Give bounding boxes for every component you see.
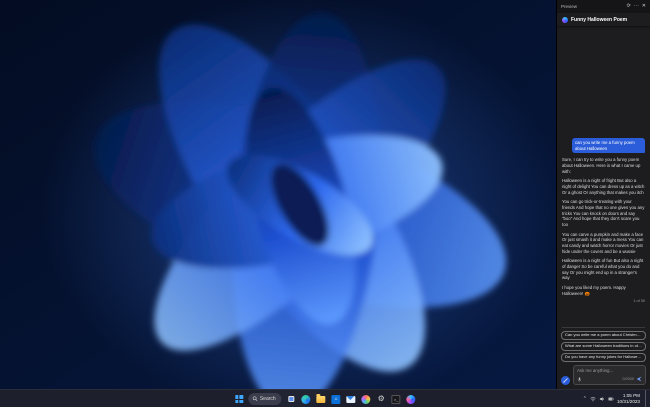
suggestion-chip[interactable]: Can you write me a poem about Christmas?	[561, 330, 646, 341]
new-topic-button[interactable]	[561, 376, 570, 385]
desktop: Preview ⟳ ⋯ ✕ Funny Halloween Poem can y…	[0, 0, 650, 407]
ai-paragraph: I hope you liked my poem. Happy Hallowee…	[562, 285, 626, 296]
ai-paragraph: Halloween is a night of fun But also a n…	[562, 258, 644, 281]
settings-icon[interactable]: ⚙	[376, 394, 387, 405]
search-label: Search	[259, 396, 276, 402]
sidebar-titlebar: Preview ⟳ ⋯ ✕	[557, 0, 650, 13]
char-counter: 0/2000	[622, 377, 634, 381]
send-icon[interactable]	[636, 376, 642, 382]
wifi-icon[interactable]	[590, 396, 596, 402]
footer-divider	[562, 326, 645, 328]
conversation-header: Funny Halloween Poem	[557, 13, 650, 26]
system-tray: ⌃ 1:05 PM 10/31/2023	[583, 390, 647, 407]
tray-date: 10/31/2023	[617, 399, 640, 404]
show-desktop-button[interactable]	[645, 390, 647, 407]
refresh-icon[interactable]: ⟳	[627, 4, 631, 9]
ai-paragraph: Halloween is a night of fright But also …	[562, 178, 645, 195]
start-button[interactable]	[233, 394, 244, 405]
search-input[interactable]: Search	[248, 393, 282, 405]
ai-paragraph: You can go trick-or-treating with your f…	[562, 199, 645, 228]
broom-icon	[563, 378, 568, 383]
taskbar: Search ⌂ ⚙ >_ ⌃ 1:05 PM 10/31/2023	[0, 389, 650, 407]
titlebar-actions: ⟳ ⋯ ✕	[627, 4, 646, 9]
more-icon[interactable]: ⋯	[634, 4, 639, 9]
composer-bottom: 0/2000	[577, 376, 642, 382]
suggestion-chip[interactable]: What are some Halloween traditions in ot…	[561, 341, 646, 352]
microphone-icon[interactable]	[577, 377, 582, 382]
hidden-icons-chevron[interactable]: ⌃	[583, 396, 587, 402]
battery-icon[interactable]	[608, 396, 614, 402]
composer[interactable]: Ask me anything... 0/2000	[573, 365, 646, 385]
search-icon	[252, 396, 258, 402]
photos-icon[interactable]	[361, 394, 372, 405]
clock[interactable]: 1:05 PM 10/31/2023	[617, 393, 640, 404]
copilot-icon	[562, 16, 568, 23]
copilot-sidebar: Preview ⟳ ⋯ ✕ Funny Halloween Poem can y…	[556, 0, 650, 389]
volume-icon[interactable]	[599, 396, 605, 402]
ai-paragraph: Sure, I can try to write you a funny poe…	[562, 157, 641, 174]
chat-scroll[interactable]: can you write me a funny poem about Hall…	[557, 26, 650, 324]
message-counter: 1 of 30	[633, 299, 645, 304]
close-icon[interactable]: ✕	[642, 4, 646, 9]
wallpaper	[0, 0, 650, 407]
conversation-title: Funny Halloween Poem	[571, 16, 628, 23]
chat-input[interactable]: Ask me anything...	[577, 368, 642, 373]
file-explorer-icon[interactable]	[316, 394, 327, 405]
edge-icon[interactable]	[301, 394, 312, 405]
chat-footer: Can you write me a poem about Christmas?…	[557, 324, 650, 389]
task-view-button[interactable]	[286, 394, 297, 405]
user-message: can you write me a funny poem about Hall…	[572, 138, 645, 154]
ai-paragraph: You can carve a pumpkin and make a face …	[562, 231, 644, 254]
preview-label: Preview	[561, 4, 578, 9]
composer-row: Ask me anything... 0/2000	[561, 365, 646, 385]
chat-top-spacer	[562, 26, 645, 138]
taskbar-center: Search ⌂ ⚙ >_	[233, 390, 416, 407]
mail-icon[interactable]	[346, 394, 357, 405]
store-icon[interactable]: ⌂	[331, 394, 342, 405]
suggestion-chip[interactable]: Do you have any funny jokes for Hallowee…	[561, 352, 646, 362]
terminal-icon[interactable]: >_	[391, 394, 402, 405]
copilot-taskbar-icon[interactable]	[406, 394, 417, 405]
